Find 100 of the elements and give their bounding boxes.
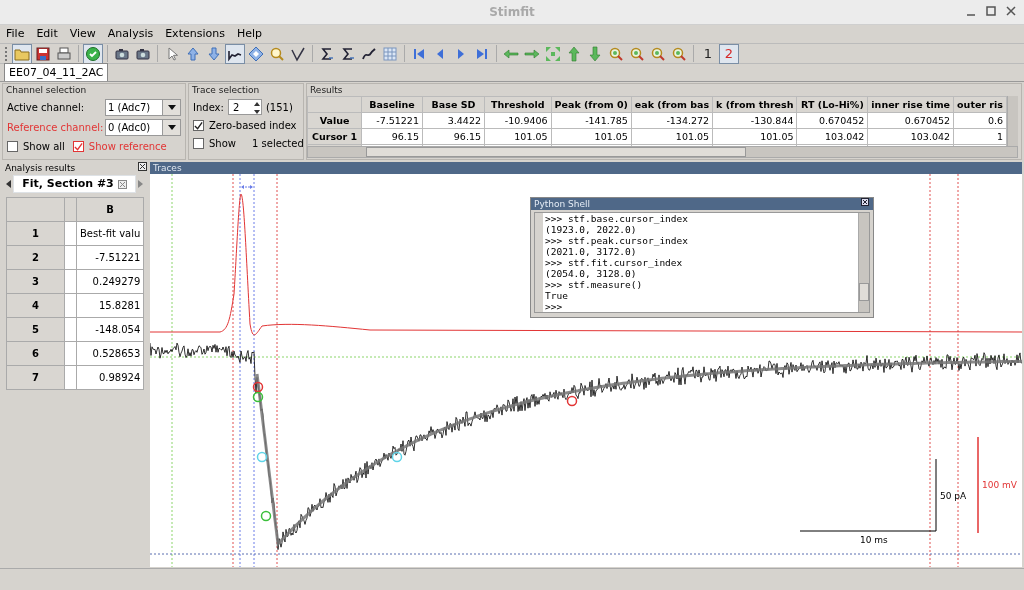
arrow-down-icon[interactable] <box>587 45 603 62</box>
magnifier-icon[interactable] <box>269 45 285 62</box>
toolbar-button[interactable]: 1 <box>698 43 718 64</box>
cursor-line[interactable] <box>239 174 241 567</box>
checkbox[interactable] <box>193 138 204 149</box>
marker-circle <box>566 395 578 407</box>
table-cell: -134.272 <box>631 112 713 129</box>
row-header[interactable]: 1 <box>6 221 65 246</box>
field-label: Active channel: <box>7 101 85 115</box>
column-header[interactable]: Threshold <box>484 96 552 113</box>
column-header[interactable]: Baseline <box>361 96 423 113</box>
maximize-icon[interactable] <box>986 6 996 16</box>
checkbox[interactable] <box>193 120 204 131</box>
panel-title: Analysis results <box>5 162 76 175</box>
table-cell: -130.844 <box>712 112 797 129</box>
checkmark-icon <box>194 120 203 131</box>
close-icon[interactable] <box>861 198 869 206</box>
field-label: Index: <box>193 100 224 115</box>
row-header[interactable]: 5 <box>6 317 65 342</box>
diamond-icon[interactable] <box>248 45 264 62</box>
table-cell: -7.51221 <box>76 245 144 270</box>
spinner-arrows-icon[interactable] <box>252 100 261 116</box>
marker-circle <box>252 381 264 393</box>
arrow-up-icon[interactable] <box>185 45 201 62</box>
menu-item[interactable]: File <box>0 25 31 43</box>
vertical-scrollbar[interactable] <box>858 213 869 312</box>
scale-label: 100 mV <box>982 480 1017 490</box>
arrow-down-icon[interactable] <box>206 45 222 62</box>
table-cell: -148.054 <box>76 317 144 342</box>
field-label: Reference channel: <box>7 121 104 135</box>
sigma-icon[interactable] <box>319 45 335 62</box>
menu-item[interactable]: Edit <box>30 25 64 43</box>
channel-dropdown[interactable]: 1 (Adc7) <box>105 99 181 116</box>
toolbar-button[interactable] <box>225 43 245 64</box>
console-output: >>> stf.base.cursor_index (1923.0, 2022.0) >>> stf.peak.cursor_index (2021.0, 3172.0) >>> stf.fit.cursor_index (2054.0, 3128.0) >>> stf.measure() True >>> <box>544 213 689 312</box>
scroll-left-icon[interactable] <box>6 180 11 188</box>
cursor-line[interactable] <box>150 356 1022 358</box>
column-header[interactable]: B <box>76 197 144 222</box>
magnifier-icon[interactable] <box>629 45 645 62</box>
result-tab[interactable]: Fit, Section #3 <box>13 174 136 194</box>
column-header[interactable]: outer ris <box>953 96 1007 113</box>
table-cell: 0.670452 <box>867 112 954 129</box>
column-header[interactable]: inner rise time <box>867 96 954 113</box>
scroll-right-icon[interactable] <box>138 180 143 188</box>
column-header[interactable]: Base SD <box>422 96 485 113</box>
index-spinner[interactable]: 2 <box>227 99 262 115</box>
vertical-scrollbar[interactable] <box>1007 96 1018 146</box>
trace-count: (151) <box>265 100 293 115</box>
magnifier-icon[interactable] <box>650 45 666 62</box>
document-tab[interactable]: EE07_04_11_2AC <box>4 63 109 81</box>
horizontal-scrollbar[interactable] <box>307 146 1018 158</box>
table-cell: 101.05 <box>712 128 797 145</box>
column-header[interactable]: RT (Lo-Hi%) <box>797 96 868 113</box>
magnifier-icon[interactable] <box>608 45 624 62</box>
checkbox[interactable] <box>7 141 18 152</box>
check-circle-icon <box>85 45 101 62</box>
table-cell: 0.670452 <box>797 112 868 129</box>
cursor-line[interactable] <box>253 174 255 567</box>
row-header[interactable]: 2 <box>6 245 65 270</box>
caret-icon[interactable] <box>167 105 176 110</box>
row-header[interactable]: 3 <box>6 269 65 294</box>
printer-icon[interactable] <box>56 45 72 62</box>
arrow-up-icon[interactable] <box>566 45 582 62</box>
table-cell: 103.042 <box>867 128 954 145</box>
window-title: Stimfit <box>489 4 535 21</box>
v-mark-icon[interactable] <box>290 45 306 62</box>
toolbar-button[interactable]: 2 <box>719 43 739 64</box>
table-cell: Best-fit valu <box>76 221 144 246</box>
menu-item[interactable]: View <box>63 25 102 43</box>
checkbox[interactable] <box>72 141 84 152</box>
row-header[interactable]: 7 <box>6 365 65 390</box>
row-header[interactable]: 4 <box>6 293 65 318</box>
table-cell: -10.9406 <box>484 112 552 129</box>
panel-title: Traces <box>150 162 1022 174</box>
curve-icon[interactable] <box>361 45 377 62</box>
distance-arrow <box>241 185 253 189</box>
cursor-line[interactable] <box>276 174 278 567</box>
close-icon[interactable] <box>138 162 147 171</box>
sigma-icon[interactable] <box>340 45 356 62</box>
column-header[interactable]: Peak (from 0) <box>551 96 632 113</box>
table-cell: 103.042 <box>797 128 868 145</box>
caret-icon[interactable] <box>167 125 176 130</box>
window-title: Python Shell <box>534 198 590 210</box>
menu-item[interactable]: Extensions <box>159 25 231 43</box>
table-cell: 0.528653 <box>76 341 144 366</box>
close-icon[interactable] <box>1006 6 1016 16</box>
cursor-line[interactable] <box>957 174 959 567</box>
menu-item[interactable]: Help <box>230 25 268 43</box>
column-header[interactable]: k (from thresh <box>712 96 797 113</box>
scale-label: 50 pA <box>940 491 967 501</box>
magnifier-icon[interactable] <box>671 45 687 62</box>
checkbox-label: Show reference <box>88 140 167 154</box>
panel-title: Results <box>309 84 344 96</box>
column-header[interactable]: eak (from bas <box>631 96 713 113</box>
menu-item[interactable]: Analysis <box>101 25 160 43</box>
checkbox-label: Zero-based index <box>209 119 297 133</box>
marker-circle <box>391 451 403 463</box>
row-header[interactable]: 6 <box>6 341 65 366</box>
scale-label: 10 ms <box>860 535 888 545</box>
channel-dropdown[interactable]: 0 (Adc0) <box>105 119 181 136</box>
